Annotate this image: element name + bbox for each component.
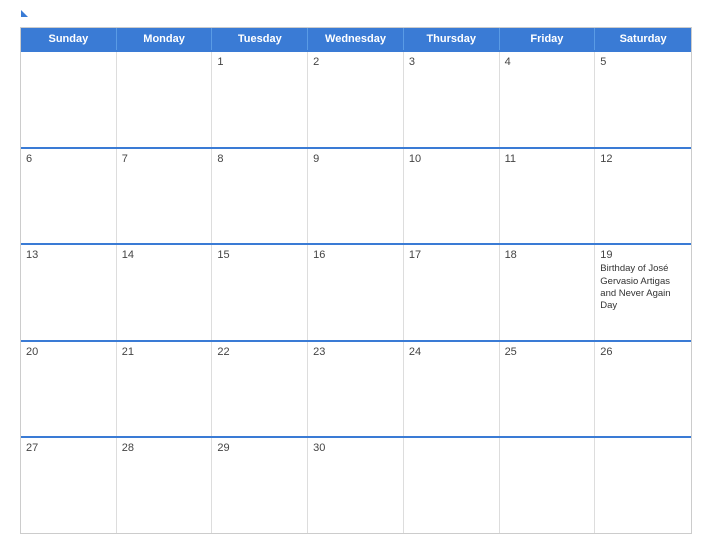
week-row-3: 13 14 15 16 17 18 19 Birthday of José Gervasio … bbox=[21, 243, 691, 340]
weekday-header-tuesday: Tuesday bbox=[212, 28, 308, 50]
event-text: Birthday of José Gervasio Artigas and Ne… bbox=[600, 263, 686, 312]
day-number: 7 bbox=[122, 153, 207, 165]
page-header bbox=[20, 16, 692, 17]
day-number: 2 bbox=[313, 56, 398, 68]
logo bbox=[20, 16, 28, 17]
day-number: 25 bbox=[505, 346, 590, 358]
day-number: 10 bbox=[409, 153, 494, 165]
day-number: 16 bbox=[313, 249, 398, 261]
cal-cell-17: 17 bbox=[404, 245, 500, 340]
cal-cell-28: 28 bbox=[117, 438, 213, 533]
day-number: 11 bbox=[505, 153, 590, 165]
day-number: 14 bbox=[122, 249, 207, 261]
cal-cell-empty-4-6 bbox=[595, 438, 691, 533]
cal-cell-30: 30 bbox=[308, 438, 404, 533]
cal-cell-14: 14 bbox=[117, 245, 213, 340]
cal-cell-12: 12 bbox=[595, 149, 691, 244]
cal-cell-13: 13 bbox=[21, 245, 117, 340]
day-number: 21 bbox=[122, 346, 207, 358]
cal-cell-empty-4-5 bbox=[500, 438, 596, 533]
cal-cell-19: 19 Birthday of José Gervasio Artigas and … bbox=[595, 245, 691, 340]
day-number: 8 bbox=[217, 153, 302, 165]
cal-cell-8: 8 bbox=[212, 149, 308, 244]
cal-cell-4: 4 bbox=[500, 52, 596, 147]
calendar-body: 12345678910111213141516171819Birthday of… bbox=[21, 50, 691, 533]
calendar-header-row: SundayMondayTuesdayWednesdayThursdayFrid… bbox=[21, 28, 691, 50]
week-row-2: 6789 10 11 12 bbox=[21, 147, 691, 244]
day-number: 12 bbox=[600, 153, 686, 165]
cal-cell-16: 16 bbox=[308, 245, 404, 340]
cal-cell-empty-4-4 bbox=[404, 438, 500, 533]
cal-cell-empty-0-1 bbox=[117, 52, 213, 147]
cal-cell-27: 27 bbox=[21, 438, 117, 533]
cal-cell-6: 6 bbox=[21, 149, 117, 244]
day-number: 18 bbox=[505, 249, 590, 261]
day-number: 24 bbox=[409, 346, 494, 358]
day-number: 3 bbox=[409, 56, 494, 68]
weekday-header-monday: Monday bbox=[117, 28, 213, 50]
weekday-header-saturday: Saturday bbox=[595, 28, 691, 50]
week-row-1: 12345 bbox=[21, 50, 691, 147]
day-number: 17 bbox=[409, 249, 494, 261]
cal-cell-3: 3 bbox=[404, 52, 500, 147]
day-number: 1 bbox=[217, 56, 302, 68]
cal-cell-20: 20 bbox=[21, 342, 117, 437]
cal-cell-empty-0-0 bbox=[21, 52, 117, 147]
day-number: 9 bbox=[313, 153, 398, 165]
day-number: 30 bbox=[313, 442, 398, 454]
day-number: 5 bbox=[600, 56, 686, 68]
day-number: 4 bbox=[505, 56, 590, 68]
cal-cell-23: 23 bbox=[308, 342, 404, 437]
cal-cell-1: 1 bbox=[212, 52, 308, 147]
cal-cell-7: 7 bbox=[117, 149, 213, 244]
day-number: 6 bbox=[26, 153, 111, 165]
cal-cell-25: 25 bbox=[500, 342, 596, 437]
day-number: 28 bbox=[122, 442, 207, 454]
cal-cell-22: 22 bbox=[212, 342, 308, 437]
cal-cell-29: 29 bbox=[212, 438, 308, 533]
cal-cell-15: 15 bbox=[212, 245, 308, 340]
cal-cell-21: 21 bbox=[117, 342, 213, 437]
day-number: 15 bbox=[217, 249, 302, 261]
week-row-5: 27 28 29 30 bbox=[21, 436, 691, 533]
cal-cell-10: 10 bbox=[404, 149, 500, 244]
calendar-grid: SundayMondayTuesdayWednesdayThursdayFrid… bbox=[20, 27, 692, 534]
weekday-header-sunday: Sunday bbox=[21, 28, 117, 50]
day-number: 26 bbox=[600, 346, 686, 358]
weekday-header-wednesday: Wednesday bbox=[308, 28, 404, 50]
logo-triangle-icon bbox=[21, 10, 28, 17]
weekday-header-friday: Friday bbox=[500, 28, 596, 50]
cal-cell-18: 18 bbox=[500, 245, 596, 340]
day-number: 29 bbox=[217, 442, 302, 454]
weekday-header-thursday: Thursday bbox=[404, 28, 500, 50]
week-row-4: 20 21 22 23 24 25 26 bbox=[21, 340, 691, 437]
cal-cell-9: 9 bbox=[308, 149, 404, 244]
calendar-page: SundayMondayTuesdayWednesdayThursdayFrid… bbox=[0, 0, 712, 550]
day-number: 27 bbox=[26, 442, 111, 454]
cal-cell-5: 5 bbox=[595, 52, 691, 147]
cal-cell-26: 26 bbox=[595, 342, 691, 437]
day-number: 13 bbox=[26, 249, 111, 261]
day-number: 20 bbox=[26, 346, 111, 358]
day-number: 23 bbox=[313, 346, 398, 358]
day-number: 22 bbox=[217, 346, 302, 358]
cal-cell-24: 24 bbox=[404, 342, 500, 437]
cal-cell-11: 11 bbox=[500, 149, 596, 244]
day-number: 19 bbox=[600, 249, 686, 261]
cal-cell-2: 2 bbox=[308, 52, 404, 147]
